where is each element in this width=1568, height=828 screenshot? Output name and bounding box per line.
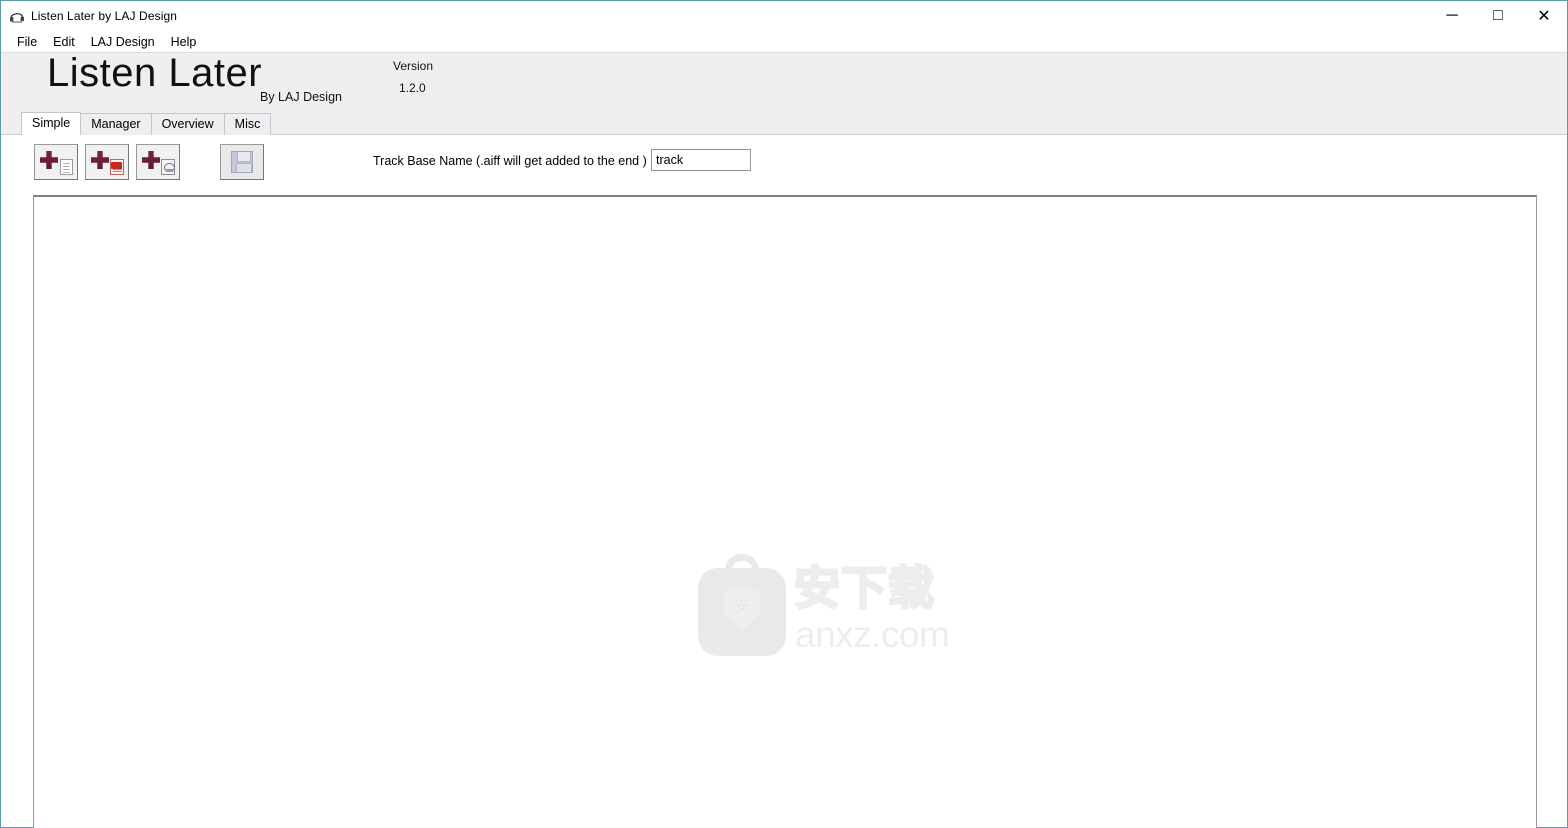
- watermark-bag-icon: [698, 568, 786, 656]
- close-button[interactable]: ✕: [1521, 1, 1567, 31]
- version-value: 1.2.0: [399, 81, 426, 95]
- app-icon: [9, 8, 25, 24]
- menu-item-edit[interactable]: Edit: [45, 33, 83, 51]
- app-header: Listen Later By LAJ Design Version 1.2.0: [1, 51, 1567, 113]
- watermark-shield-icon: 安: [724, 586, 760, 630]
- text-editor-area[interactable]: 安 安下载 anxz.com: [33, 195, 1537, 828]
- tab-bar: Simple Manager Overview Misc: [1, 112, 1567, 135]
- menu-item-help[interactable]: Help: [163, 33, 205, 51]
- toolbar: Track Base Name (.aiff will get added to…: [2, 137, 1566, 189]
- title-bar: Listen Later by LAJ Design ─ □ ✕: [1, 1, 1567, 31]
- app-byline: By LAJ Design: [260, 90, 342, 104]
- image-icon: [161, 159, 175, 175]
- add-document-icon: [39, 149, 73, 175]
- app-title: Listen Later: [47, 51, 263, 95]
- add-image-button[interactable]: [136, 144, 180, 180]
- watermark-chinese-text: 安下载: [793, 561, 936, 616]
- track-base-name-label: Track Base Name (.aiff will get added to…: [373, 154, 647, 168]
- floppy-save-icon: [231, 151, 253, 173]
- tab-misc[interactable]: Misc: [223, 113, 272, 135]
- add-image-icon: [141, 149, 175, 175]
- plus-icon: [91, 151, 109, 169]
- window-title: Listen Later by LAJ Design: [31, 9, 178, 23]
- tab-simple[interactable]: Simple: [21, 112, 82, 135]
- watermark-bag-handle: [725, 554, 759, 580]
- menu-item-file[interactable]: File: [9, 33, 45, 51]
- watermark: 安 安下载 anxz.com: [698, 554, 950, 660]
- maximize-button[interactable]: □: [1475, 1, 1521, 31]
- watermark-badge-char: 安: [734, 598, 750, 615]
- pdf-icon: [110, 159, 124, 175]
- add-pdf-button[interactable]: [85, 144, 129, 180]
- minimize-button[interactable]: ─: [1429, 1, 1475, 31]
- menu-item-laj-design[interactable]: LAJ Design: [83, 33, 163, 51]
- tab-manager[interactable]: Manager: [80, 113, 152, 135]
- document-icon: [60, 159, 73, 175]
- simple-tab-panel: Track Base Name (.aiff will get added to…: [2, 137, 1566, 828]
- add-text-document-button[interactable]: [34, 144, 78, 180]
- save-button[interactable]: [220, 144, 264, 180]
- plus-icon: [142, 151, 160, 169]
- watermark-domain-text: anxz.com: [795, 614, 950, 655]
- menu-bar: File Edit LAJ Design Help: [1, 31, 1567, 53]
- plus-icon: [40, 151, 58, 169]
- tab-overview[interactable]: Overview: [150, 113, 225, 135]
- version-label: Version: [393, 59, 434, 73]
- window-controls: ─ □ ✕: [1429, 1, 1567, 31]
- add-pdf-icon: [90, 149, 124, 175]
- track-base-name-input[interactable]: [651, 149, 751, 171]
